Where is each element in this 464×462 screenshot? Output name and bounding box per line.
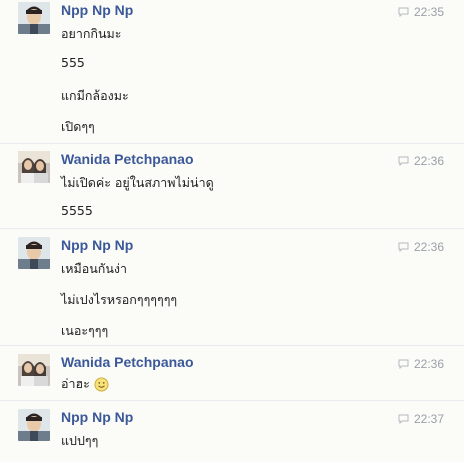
avatar-wanida[interactable] xyxy=(18,354,50,386)
message-text: แกมีกล้องมะ xyxy=(61,88,129,103)
timestamp-text: 22:36 xyxy=(413,357,444,371)
timestamp: 22:36 xyxy=(398,154,444,168)
message-text: เหมือนกันง่า xyxy=(61,261,128,276)
message-text: ไม่เปิดค่ะ อยู่ในสภาพไม่น่าดู xyxy=(61,175,214,190)
message-text: ไม่เปงไรหรอกๆๆๆๆๆๆ xyxy=(61,292,178,307)
timestamp: 22:37 xyxy=(398,412,444,426)
chat-conversation: Npp Np Np 22:35 อยากกินมะ 555 แกมีกล้องม… xyxy=(0,0,464,462)
sender-name[interactable]: Wanida Petchpanao xyxy=(61,354,194,370)
timestamp-text: 22:35 xyxy=(413,5,444,19)
group-divider xyxy=(0,345,464,346)
timestamp: 22:36 xyxy=(398,357,444,371)
chat-bubble-icon xyxy=(398,156,409,166)
timestamp-text: 22:36 xyxy=(413,154,444,168)
avatar-npp[interactable] xyxy=(18,2,50,34)
sender-name[interactable]: Npp Np Np xyxy=(61,409,133,425)
group-divider xyxy=(0,400,464,401)
avatar-wanida[interactable] xyxy=(18,151,50,183)
sender-name[interactable]: Wanida Petchpanao xyxy=(61,151,194,167)
message-text: อยากกินมะ xyxy=(61,26,122,41)
timestamp-text: 22:37 xyxy=(413,412,444,426)
message-text: อ่าฮะ xyxy=(61,374,109,394)
message-text: 555 xyxy=(61,55,85,70)
message-text: 5555 xyxy=(61,203,93,218)
group-divider xyxy=(0,143,464,144)
chat-bubble-icon xyxy=(398,242,409,252)
sender-name[interactable]: Npp Np Np xyxy=(61,2,133,18)
message-text: เนอะๆๆๆ xyxy=(61,323,109,338)
chat-bubble-icon xyxy=(398,7,409,17)
message-text: แปปๆๆ xyxy=(61,433,99,448)
timestamp-text: 22:36 xyxy=(413,240,444,254)
message-text-content: อ่าฮะ xyxy=(61,376,90,391)
chat-bubble-icon xyxy=(398,414,409,424)
message-text: เปิดๆๆ xyxy=(61,119,95,134)
smiley-emoji xyxy=(94,377,109,392)
avatar-npp[interactable] xyxy=(18,237,50,269)
timestamp: 22:35 xyxy=(398,5,444,19)
group-divider xyxy=(0,228,464,229)
sender-name[interactable]: Npp Np Np xyxy=(61,237,133,253)
avatar-npp[interactable] xyxy=(18,409,50,441)
chat-bubble-icon xyxy=(398,359,409,369)
timestamp: 22:36 xyxy=(398,240,444,254)
